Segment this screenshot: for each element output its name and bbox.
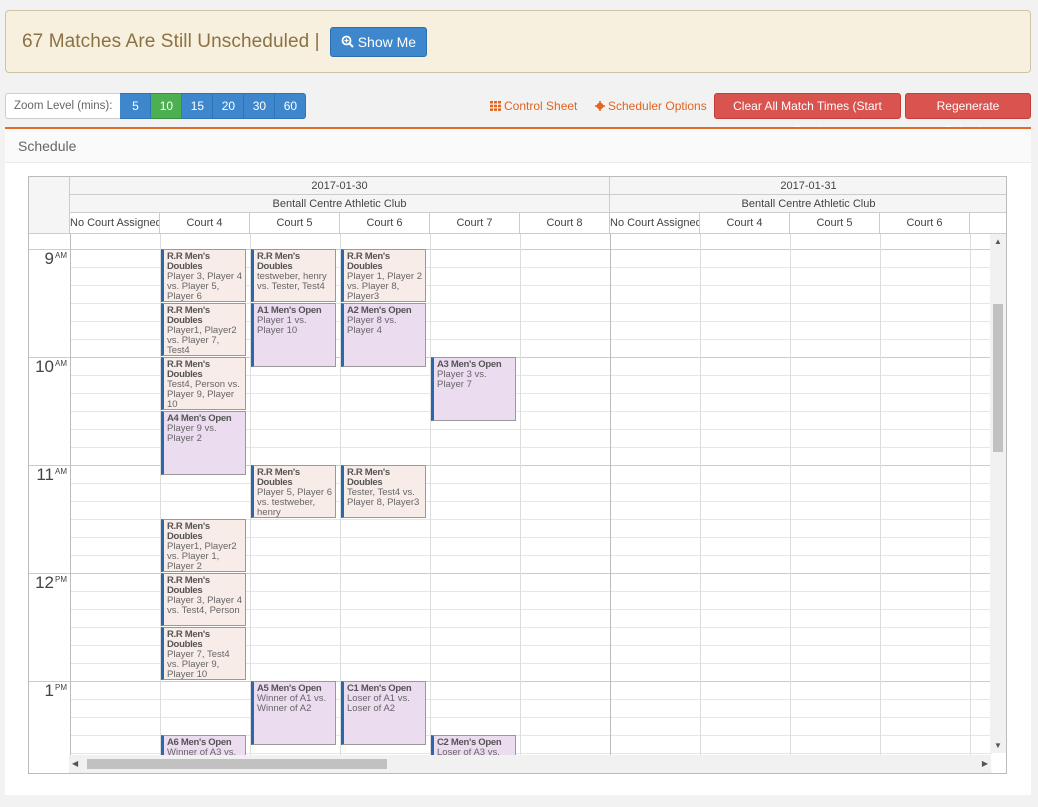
match-title: R.R Men's Doubles xyxy=(257,251,300,272)
match-event[interactable]: R.R Men's Doubles Player 7, Test4 vs. Pla… xyxy=(161,627,246,680)
match-event[interactable]: R.R Men's Doubles Player1, Player2 vs. Pl… xyxy=(161,519,246,572)
match-event[interactable]: R.R Men's Doubles Player 5, Player 6 vs. … xyxy=(251,465,336,518)
match-players: Player 3, Player 4 vs. Player 5, Player … xyxy=(167,271,242,302)
court-header: Court 6 xyxy=(880,213,970,234)
time-slot-label: 11AM xyxy=(36,465,67,484)
zoom-search-icon xyxy=(341,35,354,48)
match-event[interactable]: R.R Men's Doubles Test4, Person vs. Playe… xyxy=(161,357,246,410)
match-players: testweber, henry vs. Tester, Test4 xyxy=(257,271,327,292)
regenerate-calendar-button[interactable]: Regenerate Calendar xyxy=(905,93,1031,137)
zoom-30-button[interactable]: 30 xyxy=(244,93,276,119)
match-title: R.R Men's Doubles xyxy=(167,359,210,380)
unscheduled-message: 67 Matches Are Still Unscheduled | xyxy=(22,30,320,52)
court-header: Court 8 xyxy=(520,213,610,234)
court-header: Court 7 xyxy=(430,213,520,234)
zoom-60-button[interactable]: 60 xyxy=(275,93,307,119)
match-event[interactable]: A4 Men's Open Player 9 vs. Player 2 xyxy=(161,411,246,475)
match-players: Player 8 vs. Player 4 xyxy=(347,315,397,336)
match-players: Player 3 vs. Player 7 xyxy=(437,369,487,390)
scroll-right-icon[interactable]: ▶ xyxy=(982,759,988,768)
match-players: Winner of A1 vs. Winner of A2 xyxy=(257,693,327,714)
match-event[interactable]: A3 Men's Open Player 3 vs. Player 7 xyxy=(431,357,516,421)
match-event[interactable]: A1 Men's Open Player 1 vs. Player 10 xyxy=(251,303,336,367)
grid-icon xyxy=(490,101,501,111)
day-header-2: 2017-01-31 xyxy=(610,177,1006,195)
match-event[interactable]: R.R Men's Doubles Player1, Player2 vs. Pl… xyxy=(161,303,246,356)
clear-all-match-times-button[interactable]: Clear All Match Times (Start Over) xyxy=(714,93,901,137)
scroll-left-icon[interactable]: ◀ xyxy=(72,759,78,768)
horizontal-scroll-thumb[interactable] xyxy=(87,759,387,769)
match-title: R.R Men's Doubles xyxy=(347,467,390,488)
vertical-scroll-thumb[interactable] xyxy=(993,304,1003,452)
match-title: R.R Men's Doubles xyxy=(257,467,300,488)
match-event[interactable]: A2 Men's Open Player 8 vs. Player 4 xyxy=(341,303,426,367)
court-header: No Court Assigned xyxy=(610,213,700,234)
court-header: Court 5 xyxy=(250,213,340,234)
match-players: Tester, Test4 vs. Player 8, Player3 xyxy=(347,487,420,508)
match-event[interactable]: C1 Men's Open Loser of A1 vs. Loser of A2 xyxy=(341,681,426,745)
court-header: Court 4 xyxy=(700,213,790,234)
match-players: Player1, Player2 vs. Player 1, Player 2 xyxy=(167,541,237,572)
show-me-button[interactable]: Show Me xyxy=(329,26,428,57)
court-header: Court 4 xyxy=(160,213,250,234)
match-players: Player 9 vs. Player 2 xyxy=(167,423,217,444)
match-players: Player 1, Player 2 vs. Player 8, Player3 xyxy=(347,271,422,302)
match-event[interactable]: C2 Men's OpenLoser of A3 vs. Loser of A4 xyxy=(431,735,516,757)
match-event[interactable]: R.R Men's Doubles Player 1, Player 2 vs. … xyxy=(341,249,426,302)
match-players: Player 1 vs. Player 10 xyxy=(257,315,307,336)
court-header: Court 5 xyxy=(790,213,880,234)
time-axis-header xyxy=(29,177,70,234)
time-slot-label: 1PM xyxy=(44,681,67,700)
schedule-panel-title: Schedule xyxy=(5,129,1031,163)
location-header-2: Bentall Centre Athletic Club xyxy=(610,195,1006,213)
zoom-5-button[interactable]: 5 xyxy=(120,93,152,119)
scheduler-toolbar: Zoom Level (mins): 5 10 15 20 30 60 Cont… xyxy=(5,93,1031,137)
control-sheet-link[interactable]: Control Sheet xyxy=(490,93,577,119)
zoom-10-button[interactable]: 10 xyxy=(151,93,183,119)
gear-icon xyxy=(595,101,605,111)
match-event[interactable]: R.R Men's Doubles Player 3, Player 4 vs. … xyxy=(161,249,246,302)
match-event[interactable]: R.R Men's Doubles Tester, Test4 vs. Playe… xyxy=(341,465,426,518)
schedule-panel: Schedule 2017-01-30 Bentall Centre Athle… xyxy=(5,127,1031,795)
match-event[interactable]: A6 Men's OpenWinner of A3 vs. Winner of … xyxy=(161,735,246,757)
match-event[interactable]: R.R Men's Doubles testweber, henry vs. Te… xyxy=(251,249,336,302)
day-header-1: 2017-01-30 xyxy=(70,177,610,195)
vertical-scrollbar[interactable]: ▲ ▼ xyxy=(990,234,1006,753)
match-players: Player 3, Player 4 vs. Test4, Person xyxy=(167,595,242,616)
show-me-label: Show Me xyxy=(357,33,417,50)
court-header: No Court Assigned xyxy=(70,213,160,234)
scheduler-options-link[interactable]: Scheduler Options xyxy=(595,93,707,119)
schedule-calendar: 2017-01-30 Bentall Centre Athletic Club … xyxy=(28,176,1007,774)
court-header: Co xyxy=(970,213,1006,234)
match-players: Test4, Person vs. Player 9, Player 10 xyxy=(167,379,240,410)
zoom-level-group: Zoom Level (mins): 5 10 15 20 30 60 xyxy=(5,93,307,119)
time-slot-label: 10AM xyxy=(35,357,67,376)
control-sheet-label: Control Sheet xyxy=(504,99,578,113)
match-title: R.R Men's Doubles xyxy=(167,251,210,272)
scroll-up-icon[interactable]: ▲ xyxy=(994,237,1002,246)
match-players: Player1, Player2 vs. Player 7, Test4 xyxy=(167,325,237,356)
court-header: Court 6 xyxy=(340,213,430,234)
horizontal-scrollbar[interactable]: ◀ ▶ xyxy=(69,755,991,773)
zoom-level-label: Zoom Level (mins): xyxy=(5,93,121,119)
scroll-down-icon[interactable]: ▼ xyxy=(994,741,1002,750)
match-event[interactable]: A5 Men's Open Winner of A1 vs. Winner of … xyxy=(251,681,336,745)
zoom-20-button[interactable]: 20 xyxy=(213,93,245,119)
time-slot-label: 9AM xyxy=(44,249,67,268)
match-players: Loser of A1 vs. Loser of A2 xyxy=(347,693,410,714)
location-header-1: Bentall Centre Athletic Club xyxy=(70,195,610,213)
match-title: R.R Men's Doubles xyxy=(347,251,390,272)
match-players: Player 5, Player 6 vs. testweber, henry xyxy=(257,487,332,518)
match-title: R.R Men's Doubles xyxy=(167,629,210,650)
match-title: R.R Men's Doubles xyxy=(167,575,210,596)
time-slot-label: 12PM xyxy=(35,573,67,592)
match-title: R.R Men's Doubles xyxy=(167,305,210,326)
match-title: R.R Men's Doubles xyxy=(167,521,210,542)
match-players: Player 7, Test4 vs. Player 9, Player 10 xyxy=(167,649,230,680)
scheduler-options-label: Scheduler Options xyxy=(608,99,707,113)
zoom-15-button[interactable]: 15 xyxy=(182,93,214,119)
match-event[interactable]: R.R Men's Doubles Player 3, Player 4 vs. … xyxy=(161,573,246,626)
unscheduled-alert: 67 Matches Are Still Unscheduled | Show … xyxy=(5,10,1031,73)
